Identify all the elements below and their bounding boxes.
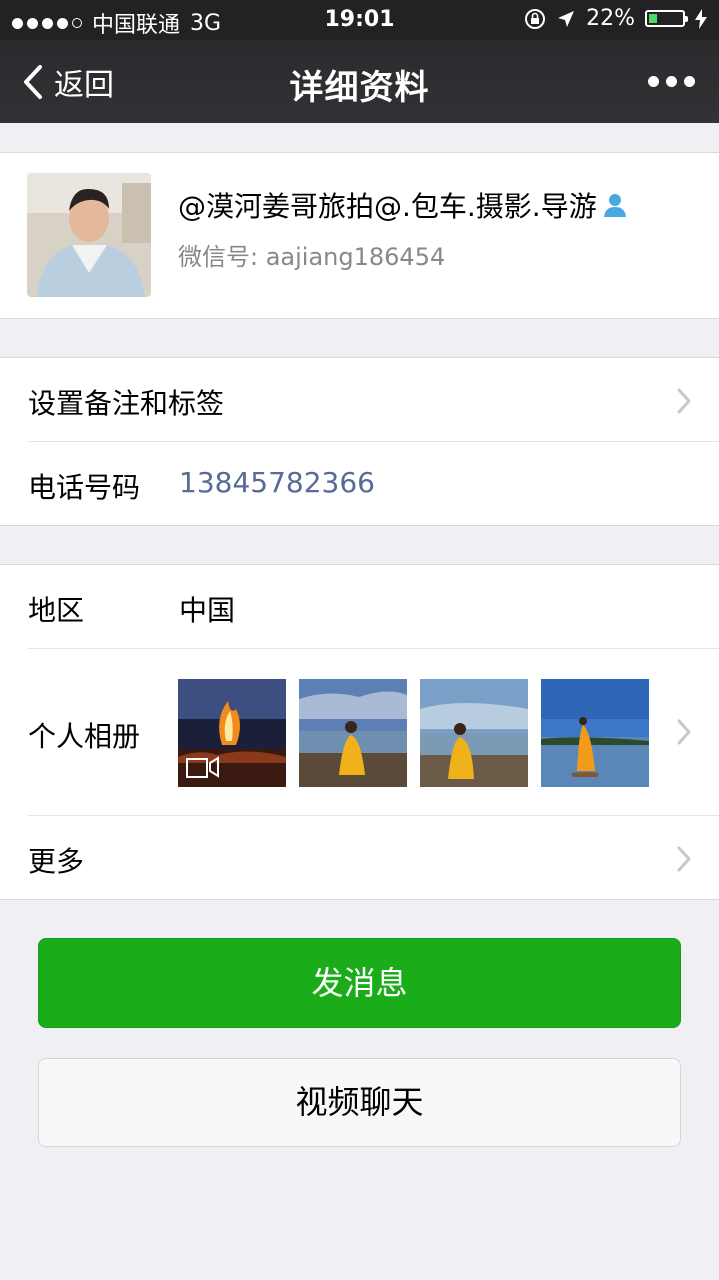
wechat-id-label: 微信号:	[178, 243, 266, 271]
avatar[interactable]	[27, 173, 151, 297]
phone-label: 电话号码	[28, 471, 141, 504]
profile-name-text: @漠河姜哥旅拍@.包车.摄影.导游	[178, 190, 597, 223]
album-thumbnail[interactable]	[299, 679, 407, 787]
battery-percent: 22%	[586, 6, 635, 31]
album-thumbnail[interactable]	[420, 679, 528, 787]
more-dots-icon	[648, 76, 659, 87]
page-title: 详细资料	[289, 68, 430, 108]
battery-icon	[645, 10, 688, 27]
more-options-button[interactable]	[648, 76, 695, 87]
region-label: 地区	[28, 594, 85, 627]
profile-card: @漠河姜哥旅拍@.包车.摄影.导游 微信号: aajiang186454	[0, 152, 719, 319]
contact-settings-section: 设置备注和标签 电话号码 13845782366	[0, 357, 719, 526]
charging-bolt-icon	[695, 8, 707, 29]
album-thumbnail[interactable]	[178, 679, 286, 787]
chevron-right-icon	[677, 719, 691, 745]
chevron-right-icon	[677, 388, 691, 414]
contact-person-icon	[603, 194, 626, 217]
profile-name: @漠河姜哥旅拍@.包车.摄影.导游	[178, 185, 629, 225]
remark-tags-label: 设置备注和标签	[28, 387, 225, 420]
remark-tags-row[interactable]: 设置备注和标签	[0, 358, 719, 441]
wechat-id: 微信号: aajiang186454	[178, 237, 445, 272]
album-thumbnail[interactable]	[541, 679, 649, 787]
more-label: 更多	[28, 845, 85, 878]
status-bar: 中国联通 3G 19:01 22%	[0, 0, 719, 40]
phone-row: 电话号码 13845782366	[0, 442, 719, 525]
phone-number-link[interactable]: 13845782366	[179, 466, 375, 499]
send-message-button[interactable]: 发消息	[38, 938, 681, 1028]
video-chat-button[interactable]: 视频聊天	[38, 1058, 681, 1147]
wechat-id-value: aajiang186454	[265, 243, 446, 271]
chevron-right-icon	[677, 846, 691, 872]
personal-album-row[interactable]: 个人相册	[0, 649, 719, 815]
nav-bar: 返回 详细资料	[0, 40, 719, 123]
profile-info-section: 地区 中国 个人相册 更多	[0, 564, 719, 900]
album-label: 个人相册	[28, 720, 141, 753]
location-arrow-icon	[558, 10, 575, 27]
more-row[interactable]: 更多	[0, 816, 719, 899]
region-row: 地区 中国	[0, 565, 719, 648]
region-value: 中国	[179, 594, 236, 627]
rotation-lock-icon	[525, 8, 546, 29]
